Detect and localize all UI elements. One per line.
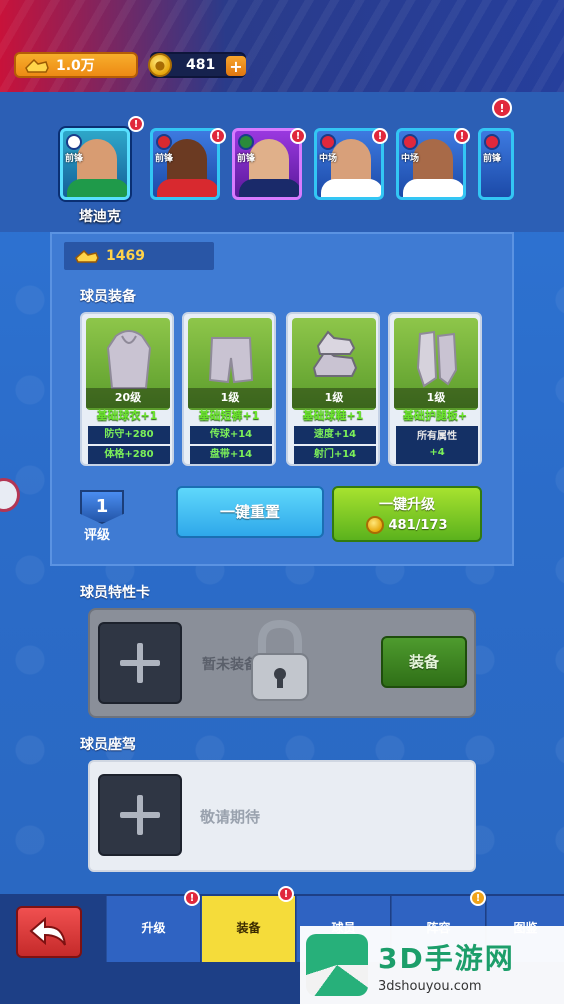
equipment-name: 基础短裤+1 <box>198 409 260 422</box>
shorts-icon <box>208 337 254 384</box>
upgrade-cost-value: 481/173 <box>388 517 448 533</box>
alert-icon: ! <box>290 128 306 144</box>
add-coins-button[interactable]: + <box>226 56 246 76</box>
boots-amount: 1.0万 <box>56 58 95 74</box>
player-position: 前锋 <box>237 154 256 164</box>
tab-upgrade[interactable]: 升级 <box>106 896 200 962</box>
player-position: 中场 <box>401 154 420 164</box>
club-badge-icon <box>484 134 500 150</box>
plus-icon <box>120 795 160 835</box>
upgrade-all-label: 一键升级 <box>379 497 435 513</box>
equipment-stat: 速度+14 <box>294 426 376 444</box>
watermark: 3D手游网 3dshouyou.com <box>300 926 564 1004</box>
equipment-stat-line: +4 <box>429 447 445 458</box>
notice-icon[interactable]: ! <box>492 98 512 118</box>
equipment-card-shirt[interactable]: 20级 基础球衣+1 防守+280 体格+280 <box>80 312 174 466</box>
coins-amount: 481 <box>186 57 216 73</box>
watermark-text: 3D手游网 3dshouyou.com <box>378 937 515 994</box>
tab-equipment[interactable]: 装备 <box>201 896 295 962</box>
equipment-stat-all: 所有属性 +4 <box>396 426 478 464</box>
player-position: 前锋 <box>155 154 174 164</box>
equipment-card-shinguard[interactable]: 1级 基础护腿板+ 所有属性 +4 <box>388 312 482 466</box>
coin-icon <box>366 516 385 534</box>
equipment-level: 20级 <box>86 388 170 408</box>
boots-score: 1469 <box>64 242 214 270</box>
coin-icon: ● <box>148 53 172 77</box>
player-card-1[interactable]: 前锋 <box>60 128 130 200</box>
player-shirt <box>321 179 381 197</box>
equipment-name: 基础护腿板+ <box>402 409 468 422</box>
equipment-stat: 射门+14 <box>294 446 376 464</box>
watermark-logo-icon <box>306 934 368 996</box>
plus-icon <box>120 643 160 683</box>
add-trait-slot[interactable] <box>98 622 182 704</box>
seat-coming-soon: 敬请期待 <box>200 808 261 826</box>
trait-title: 球员特性卡 <box>80 585 150 601</box>
coins-currency[interactable]: ● 481 + <box>148 52 246 78</box>
equipment-card-shorts[interactable]: 1级 基础短裤+1 传球+14 盘带+14 <box>182 312 276 466</box>
player-card-2[interactable]: 前锋 <box>150 128 220 200</box>
football-boots-icon <box>312 330 358 377</box>
player-position: 前锋 <box>65 154 84 164</box>
shinguard-icon <box>416 330 458 388</box>
equipment-name: 基础球衣+1 <box>96 409 158 422</box>
selected-player-name: 塔迪克 <box>79 209 121 225</box>
player-card-6[interactable]: 前锋 <box>478 128 514 200</box>
back-button[interactable] <box>16 906 82 958</box>
equip-trait-button[interactable]: 装备 <box>381 636 467 688</box>
boots-score-value: 1469 <box>106 248 145 264</box>
equipment-stat: 盘带+14 <box>190 446 272 464</box>
alert-icon: ! <box>184 890 200 906</box>
equipment-level: 1级 <box>394 388 478 408</box>
player-shirt <box>239 179 299 197</box>
top-bar-stripes <box>0 0 564 92</box>
equipment-stat: 防守+280 <box>88 426 170 444</box>
watermark-sub: 3dshouyou.com <box>378 978 482 994</box>
player-shirt <box>67 179 127 197</box>
watermark-main: 3D手游网 <box>378 941 515 975</box>
player-shirt <box>403 179 463 197</box>
equipment-stat-line: 所有属性 <box>417 431 457 442</box>
seat-title: 球员座驾 <box>80 737 136 753</box>
player-position: 中场 <box>319 154 338 164</box>
equipment-level: 1级 <box>188 388 272 408</box>
golden-boot-icon <box>25 58 49 73</box>
alert-icon: ! <box>470 890 486 906</box>
player-shirt <box>157 179 217 197</box>
equipment-name: 基础球鞋+1 <box>302 409 364 422</box>
equipment-stat: 传球+14 <box>190 426 272 444</box>
player-position: 前锋 <box>483 154 502 164</box>
equipment-stat: 体格+280 <box>88 446 170 464</box>
alert-icon: ! <box>278 886 294 902</box>
hoodie-icon <box>106 330 152 389</box>
equipment-title: 球员装备 <box>80 289 136 305</box>
top-bar <box>0 0 564 92</box>
lock-icon <box>251 620 309 701</box>
rank-label: 评级 <box>84 528 111 543</box>
golden-boot-icon <box>75 249 99 263</box>
add-seat-slot[interactable] <box>98 774 182 856</box>
equipment-card-boots[interactable]: 1级 基础球鞋+1 速度+14 射门+14 <box>286 312 380 466</box>
alert-icon: ! <box>210 128 226 144</box>
upgrade-all-button[interactable]: 一键升级 481/173 <box>332 486 482 542</box>
upgrade-cost: 481/173 <box>334 516 480 534</box>
alert-icon: ! <box>372 128 388 144</box>
alert-icon: ! <box>454 128 470 144</box>
alert-icon: ! <box>128 116 144 132</box>
equipment-level: 1级 <box>292 388 376 408</box>
reset-all-button[interactable]: 一键重置 <box>176 486 324 538</box>
boots-currency[interactable]: 1.0万 <box>14 52 138 78</box>
back-arrow-icon <box>29 917 66 946</box>
